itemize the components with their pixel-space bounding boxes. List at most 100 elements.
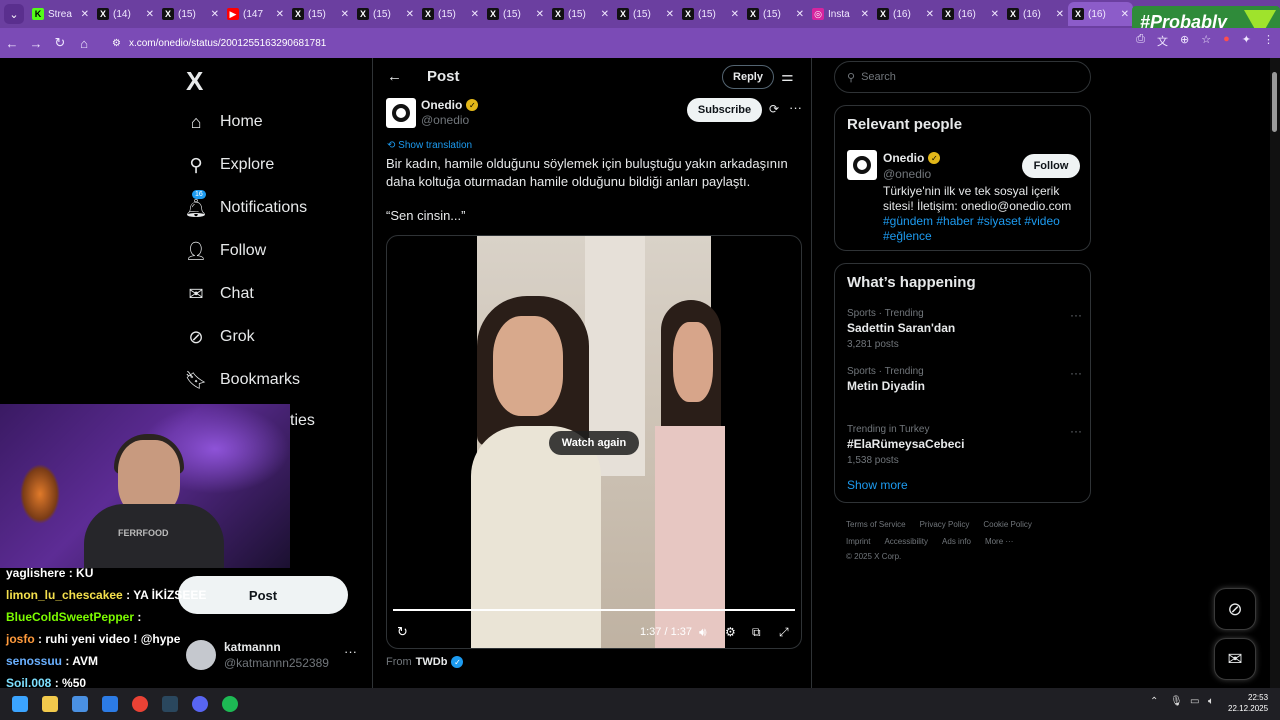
- close-tab-icon[interactable]: ✕: [926, 9, 934, 20]
- home-browser-icon[interactable]: ⌂: [72, 36, 96, 51]
- close-tab-icon[interactable]: ✕: [146, 9, 154, 20]
- close-tab-icon[interactable]: ✕: [666, 9, 674, 20]
- watch-again-button[interactable]: Watch again: [549, 431, 639, 455]
- browser-tab[interactable]: X (16) ✕: [873, 2, 938, 26]
- grok-floating-button[interactable]: ⊘: [1214, 588, 1256, 630]
- extension-icon[interactable]: ●: [1223, 33, 1230, 49]
- grok-explain-icon[interactable]: ⟳: [769, 102, 779, 116]
- footer-link[interactable]: Imprint: [846, 537, 870, 546]
- close-tab-icon[interactable]: ✕: [211, 9, 219, 20]
- author-handle[interactable]: @onedio: [421, 113, 469, 127]
- sidebar-item-chat[interactable]: ✉ Chat: [186, 284, 253, 304]
- install-icon[interactable]: ⎙: [1136, 33, 1145, 49]
- sidebar-item-home[interactable]: ⌂ Home: [186, 112, 263, 132]
- close-tab-icon[interactable]: ✕: [1056, 9, 1064, 20]
- sidebar-item-explore[interactable]: ⚲ Explore: [186, 155, 274, 175]
- file-explorer-icon[interactable]: [42, 696, 58, 712]
- forward-icon[interactable]: →: [24, 36, 48, 51]
- browser-tab[interactable]: X (15) ✕: [678, 2, 743, 26]
- sidebar-item-follow[interactable]: 👤︎ Follow: [185, 241, 267, 261]
- close-tab-icon[interactable]: ✕: [601, 9, 609, 20]
- browser-tab[interactable]: X (16) ✕: [938, 2, 1003, 26]
- trend-more-icon[interactable]: ···: [1070, 424, 1082, 438]
- trend-item[interactable]: Trending in Turkey #ElaRümeysaCebeci 1,538…: [847, 424, 1082, 466]
- bookmark-star-icon[interactable]: ☆: [1201, 33, 1211, 49]
- footer-link[interactable]: More ···: [985, 537, 1013, 546]
- footer-link[interactable]: Cookie Policy: [983, 520, 1031, 529]
- spotify-icon[interactable]: [222, 696, 238, 712]
- app-icon[interactable]: [72, 696, 88, 712]
- translate-icon[interactable]: 文: [1157, 33, 1168, 49]
- footer-link[interactable]: Accessibility: [884, 537, 928, 546]
- close-tab-icon[interactable]: ✕: [1121, 9, 1129, 20]
- sidebar-item-bookmarks[interactable]: 🔖︎ Bookmarks: [185, 370, 300, 390]
- browser-tab[interactable]: ▶ (147 ✕: [223, 2, 288, 26]
- author-avatar[interactable]: [386, 98, 416, 128]
- sidebar-item-grok[interactable]: ⊘ Grok: [186, 327, 254, 347]
- browser-tab[interactable]: X (15) ✕: [158, 2, 223, 26]
- more-options-icon[interactable]: ···: [789, 100, 802, 115]
- browser-tab[interactable]: X (16) ✕: [1068, 2, 1133, 26]
- browser-tab[interactable]: X (15) ✕: [483, 2, 548, 26]
- video-player[interactable]: Watch again ↻ 1:37 / 1:37 🔊︎ ⚙ ⧉ ⤢: [386, 235, 802, 649]
- browser-tab[interactable]: K Strea ✕: [28, 2, 93, 26]
- trend-item[interactable]: Sports · Trending Metin Diyadin ···: [847, 366, 1082, 393]
- menu-icon[interactable]: ⋮: [1263, 33, 1274, 49]
- account-more-icon[interactable]: ···: [344, 644, 357, 659]
- close-tab-icon[interactable]: ✕: [731, 9, 739, 20]
- browser-tab[interactable]: X (15) ✕: [288, 2, 353, 26]
- browser-tab[interactable]: X (15) ✕: [353, 2, 418, 26]
- close-tab-icon[interactable]: ✕: [536, 9, 544, 20]
- close-tab-icon[interactable]: ✕: [991, 9, 999, 20]
- zoom-icon[interactable]: ⊕: [1180, 33, 1189, 49]
- sidebar-item-notifications[interactable]: 🔔︎ 16 Notifications: [185, 190, 307, 218]
- show-more-link[interactable]: Show more: [847, 478, 908, 492]
- messages-floating-button[interactable]: ✉: [1214, 638, 1256, 680]
- page-scrollbar[interactable]: [1270, 58, 1280, 688]
- tab-search-button[interactable]: ⌄: [4, 4, 24, 24]
- taskbar-clock[interactable]: 22:53 22.12.2025: [1228, 692, 1268, 714]
- edge-icon[interactable]: [102, 696, 118, 712]
- browser-tab[interactable]: X (15) ✕: [743, 2, 808, 26]
- relevant-handle[interactable]: @onedio: [883, 167, 931, 181]
- relevant-name-row[interactable]: Onedio ✓: [883, 151, 941, 165]
- browser-tab[interactable]: X (16) ✕: [1003, 2, 1068, 26]
- filter-icon[interactable]: ⚌: [781, 68, 794, 85]
- relevant-hashtags[interactable]: #gündem #haber #siyaset #video #eğlence: [883, 214, 1083, 244]
- footer-link[interactable]: Privacy Policy: [920, 520, 970, 529]
- replay-icon[interactable]: ↻: [397, 624, 408, 640]
- video-progress-bar[interactable]: [393, 609, 795, 611]
- discord-icon[interactable]: [192, 696, 208, 712]
- reload-icon[interactable]: ↻: [48, 35, 72, 51]
- windows-start-icon[interactable]: [12, 696, 28, 712]
- close-tab-icon[interactable]: ✕: [81, 9, 89, 20]
- trend-more-icon[interactable]: ···: [1070, 366, 1082, 380]
- back-icon[interactable]: ←: [0, 36, 24, 51]
- browser-tab[interactable]: X (15) ✕: [613, 2, 678, 26]
- extensions-puzzle-icon[interactable]: ✦: [1242, 33, 1251, 49]
- steam-icon[interactable]: [162, 696, 178, 712]
- author-name[interactable]: Onedio: [421, 98, 462, 112]
- volume-icon[interactable]: 🔊︎: [699, 625, 707, 640]
- x-logo[interactable]: X: [186, 66, 203, 97]
- settings-icon[interactable]: ⚙: [725, 625, 736, 639]
- follow-button[interactable]: Follow: [1022, 154, 1080, 178]
- browser-tab[interactable]: X (14) ✕: [93, 2, 158, 26]
- close-tab-icon[interactable]: ✕: [341, 9, 349, 20]
- mic-icon[interactable]: 🎙︎: [1170, 696, 1183, 707]
- reply-button[interactable]: Reply: [722, 65, 774, 89]
- from-source-link[interactable]: TWDb: [416, 656, 448, 668]
- fullscreen-icon[interactable]: ⤢: [779, 625, 789, 640]
- browser-tab[interactable]: X (15) ✕: [418, 2, 483, 26]
- relevant-name[interactable]: Onedio: [883, 151, 924, 165]
- network-icon[interactable]: ▭: [1190, 696, 1199, 707]
- url-field[interactable]: ⚙ x.com/onedio/status/2001255163290681781: [102, 32, 1002, 54]
- account-switcher[interactable]: katmannn @katmannn252389 ···: [186, 640, 366, 684]
- back-arrow-icon[interactable]: ←: [387, 68, 402, 85]
- site-info-icon[interactable]: ⚙: [112, 38, 121, 49]
- trend-item[interactable]: Sports · Trending Sadettin Saran'dan 3,281…: [847, 308, 1082, 350]
- picture-in-picture-icon[interactable]: ⧉: [752, 625, 761, 640]
- footer-link[interactable]: Terms of Service: [846, 520, 906, 529]
- relevant-avatar[interactable]: [847, 150, 877, 180]
- sidebar-item-partial[interactable]: ties: [290, 412, 315, 430]
